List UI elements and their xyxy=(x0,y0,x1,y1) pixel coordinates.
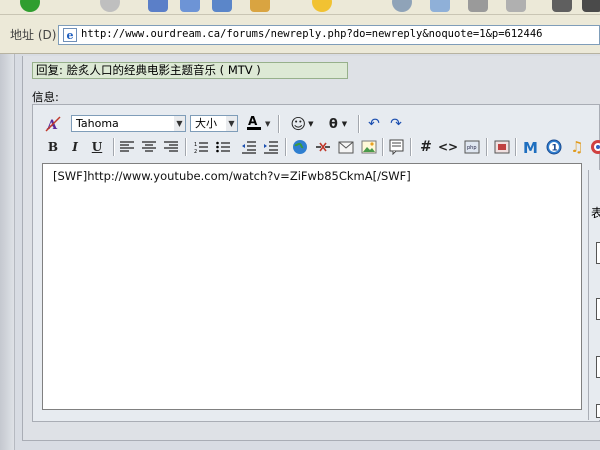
svg-text:e: e xyxy=(67,29,74,42)
browser-toolbar xyxy=(0,0,600,15)
font-select-value: Tahoma xyxy=(76,117,119,130)
chevron-down-icon: ▼ xyxy=(174,116,185,131)
smilie-slot[interactable] xyxy=(596,356,600,378)
ordered-list-icon[interactable]: 12 xyxy=(192,138,210,156)
music-icon[interactable]: ♫ xyxy=(568,138,586,156)
insert-link-icon[interactable] xyxy=(291,138,309,156)
flash-icon[interactable] xyxy=(493,138,511,156)
svg-text:php: php xyxy=(467,145,477,151)
toolbar-separator xyxy=(185,138,187,156)
toolbar-separator xyxy=(486,138,488,156)
svg-text:A: A xyxy=(248,114,258,128)
edit-icon[interactable] xyxy=(506,0,526,12)
media-circle-icon[interactable] xyxy=(589,138,600,156)
refresh-icon[interactable] xyxy=(180,0,200,12)
subject-input[interactable]: 回复: 脍炙人口的经典电影主题音乐 ( MTV ) xyxy=(32,62,348,79)
mail-icon[interactable] xyxy=(430,0,450,12)
message-content: [SWF]http://www.youtube.com/watch?v=ZiFw… xyxy=(53,169,411,183)
smilie-slot[interactable] xyxy=(596,404,600,418)
media-m-icon[interactable]: M xyxy=(522,138,540,156)
toolbar-separator xyxy=(278,115,280,133)
address-label: 地址 (D) xyxy=(10,28,57,42)
toolbar-separator xyxy=(410,138,412,156)
php-code-icon[interactable]: php xyxy=(463,138,481,156)
smilies-panel: 表 xyxy=(588,170,600,420)
stop-icon[interactable] xyxy=(148,0,168,12)
toolbar-separator xyxy=(382,138,384,156)
svg-text:1: 1 xyxy=(552,144,558,154)
url-text: http://www.ourdream.ca/forums/newreply.p… xyxy=(81,28,543,40)
svg-text:2: 2 xyxy=(194,149,197,154)
code-hash-icon[interactable]: # xyxy=(417,138,435,156)
outdent-icon[interactable] xyxy=(240,138,258,156)
left-border xyxy=(0,54,15,450)
html-code-icon[interactable]: <> xyxy=(438,138,458,156)
align-left-icon[interactable] xyxy=(118,138,136,156)
svg-text:▼: ▼ xyxy=(265,120,271,128)
bold-button[interactable]: B xyxy=(44,138,62,156)
align-center-icon[interactable] xyxy=(140,138,158,156)
history-icon[interactable] xyxy=(392,0,412,12)
smiley-icon[interactable]: ☺ ▼ xyxy=(288,115,316,133)
svg-text:M: M xyxy=(523,139,538,155)
unordered-list-icon[interactable] xyxy=(214,138,232,156)
font-select[interactable]: Tahoma ▼ xyxy=(71,115,186,132)
ie-page-icon: e xyxy=(63,28,77,42)
url-input[interactable]: e http://www.ourdream.ca/forums/newreply… xyxy=(58,25,600,45)
align-right-icon[interactable] xyxy=(162,138,180,156)
attach-icon[interactable]: θ ▼ xyxy=(324,115,352,133)
size-select[interactable]: 大小 ▼ xyxy=(190,115,238,132)
toolbar-separator xyxy=(285,138,287,156)
indent-icon[interactable] xyxy=(262,138,280,156)
svg-text:1: 1 xyxy=(194,142,197,148)
message-textarea[interactable]: [SWF]http://www.youtube.com/watch?v=ZiFw… xyxy=(42,163,582,410)
italic-button[interactable]: I xyxy=(66,138,84,156)
print-icon[interactable] xyxy=(468,0,488,12)
remove-format-icon[interactable]: A xyxy=(44,115,62,133)
back-icon[interactable] xyxy=(20,0,40,12)
home-icon[interactable] xyxy=(212,0,232,12)
chevron-down-icon: ▼ xyxy=(226,116,237,131)
media-one-icon[interactable]: 1 xyxy=(545,138,563,156)
toolbar-separator xyxy=(113,138,115,156)
message-label: 信息: xyxy=(32,90,59,104)
forward-icon[interactable] xyxy=(100,0,120,12)
messenger-icon[interactable] xyxy=(582,0,600,12)
smilies-panel-title: 表 xyxy=(591,206,600,220)
smilie-slot[interactable] xyxy=(596,298,600,320)
favorites-icon[interactable] xyxy=(312,0,332,12)
toolbar-separator xyxy=(515,138,517,156)
insert-image-icon[interactable] xyxy=(360,138,378,156)
undo-icon[interactable]: ↶ xyxy=(365,115,383,133)
insert-email-icon[interactable] xyxy=(337,138,355,156)
toolbar-separator xyxy=(358,115,360,133)
redo-icon[interactable]: ↷ xyxy=(387,115,405,133)
search-icon[interactable] xyxy=(250,0,270,12)
smilie-slot[interactable] xyxy=(596,242,600,264)
address-bar: 地址 (D) e http://www.ourdream.ca/forums/n… xyxy=(0,15,600,54)
text-color-button[interactable]: A ▼ xyxy=(246,114,272,132)
underline-button[interactable]: U xyxy=(88,138,106,156)
unlink-icon[interactable] xyxy=(314,138,332,156)
discuss-icon[interactable] xyxy=(552,0,572,12)
size-select-value: 大小 xyxy=(195,117,217,130)
quote-icon[interactable] xyxy=(388,138,406,156)
